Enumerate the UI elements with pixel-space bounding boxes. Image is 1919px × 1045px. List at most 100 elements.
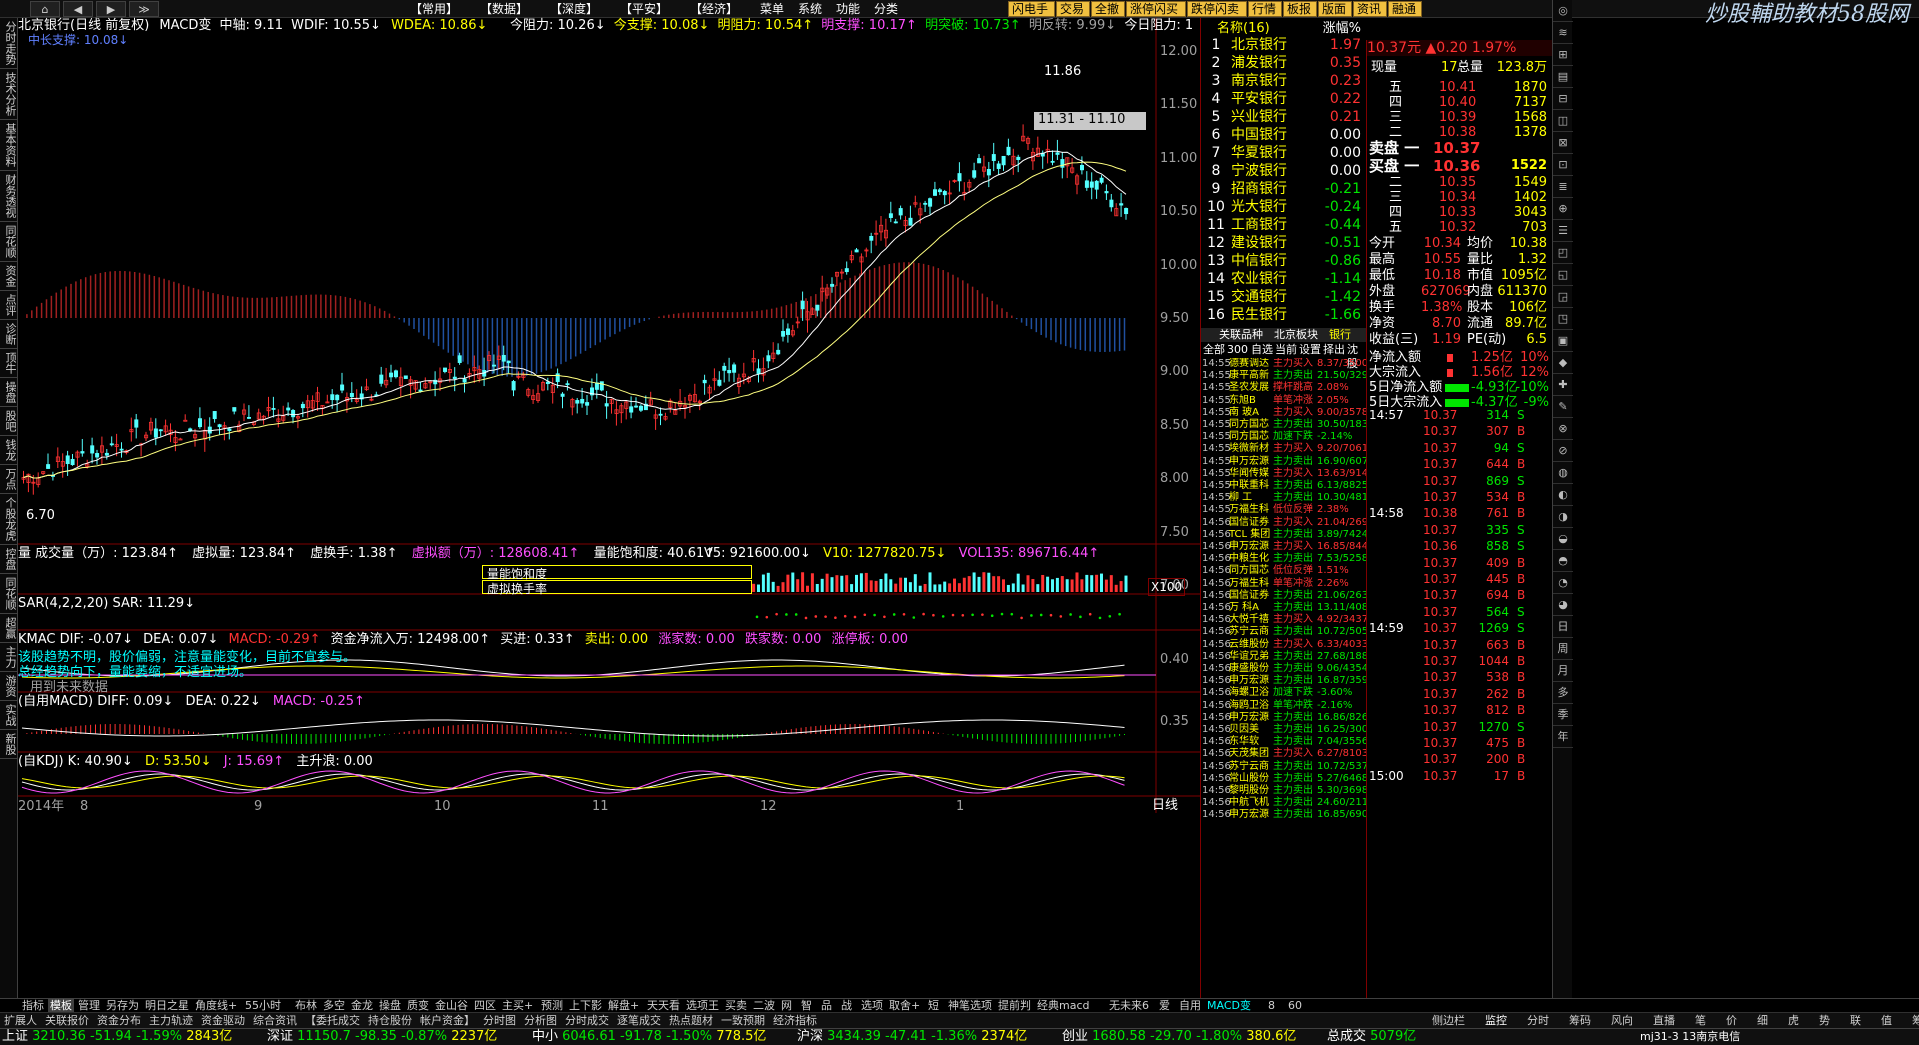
quick-button-4[interactable]: 跌停闪卖 <box>1187 1 1247 17</box>
stock-row[interactable]: 6 中国银行 0.00 <box>1201 126 1367 144</box>
tool-icon-30[interactable]: 月 <box>1553 660 1573 682</box>
function-tab-8[interactable]: 帐户资金】 <box>418 1013 477 1028</box>
tool-icon-0[interactable]: ◎ <box>1553 0 1573 22</box>
tool-icon-19[interactable]: ⊗ <box>1553 418 1573 440</box>
list-tab-1[interactable]: 北京板块 <box>1274 328 1318 342</box>
tool-icon-14[interactable]: ◳ <box>1553 308 1573 330</box>
function-tab-5[interactable]: 综合资讯 <box>251 1013 299 1028</box>
quick-button-9[interactable]: 融通 <box>1388 1 1422 17</box>
indicator-tab-34[interactable]: 自用 <box>1177 999 1203 1012</box>
tool-icon-15[interactable]: ▣ <box>1553 330 1573 352</box>
tool-icon-18[interactable]: ✎ <box>1553 396 1573 418</box>
left-tab-2[interactable]: 基本资料 <box>0 120 18 171</box>
index-1[interactable]: 深证 11150.7 -98.35 -0.87% 2237亿 <box>267 1029 497 1045</box>
indicator-tab-17[interactable]: 解盘+ <box>606 999 641 1012</box>
function-tab-4[interactable]: 资金驱动 <box>199 1013 247 1028</box>
filter-tab-1[interactable]: 300 <box>1227 343 1248 357</box>
stock-row[interactable]: 10 光大银行 -0.24 <box>1201 198 1367 216</box>
tool-icon-2[interactable]: ⊞ <box>1553 44 1573 66</box>
quick-button-3[interactable]: 涨停闪买 <box>1126 1 1186 17</box>
left-tab-3[interactable]: 财务透视 <box>0 171 18 222</box>
stock-row[interactable]: 2 浦发银行 0.35 <box>1201 54 1367 72</box>
tool-icon-13[interactable]: ◲ <box>1553 286 1573 308</box>
tool-icon-5[interactable]: ◫ <box>1553 110 1573 132</box>
indicator-tab-36[interactable]: 8 <box>1266 999 1277 1012</box>
indicator-tab-28[interactable]: 短 <box>926 999 941 1012</box>
side-tab-12[interactable]: 值 <box>1879 1013 1894 1028</box>
indicator-tab-14[interactable]: 主买+ <box>500 999 535 1012</box>
left-tab-7[interactable]: 诊断 <box>0 320 18 349</box>
indicator-tab-23[interactable]: 智 <box>799 999 814 1012</box>
indicator-tab-31[interactable]: 经典macd <box>1035 999 1092 1012</box>
tool-icon-8[interactable]: ≣ <box>1553 176 1573 198</box>
quick-button-5[interactable]: 行情 <box>1248 1 1282 17</box>
indicator-tab-0[interactable]: 指标 <box>20 999 46 1012</box>
side-tab-13[interactable]: 筹 <box>1910 1013 1919 1028</box>
quick-button-7[interactable]: 版面 <box>1318 1 1352 17</box>
function-tab-2[interactable]: 资金分布 <box>95 1013 143 1028</box>
function-tab-11[interactable]: 分时成交 <box>563 1013 611 1028</box>
indicator-tab-33[interactable]: 爱 <box>1157 999 1172 1012</box>
indicator-tab-9[interactable]: 金龙 <box>349 999 375 1012</box>
tool-icon-32[interactable]: 季 <box>1553 704 1573 726</box>
function-tab-15[interactable]: 经济指标 <box>771 1013 819 1028</box>
indicator-tab-6[interactable]: 55小时 <box>243 999 283 1012</box>
tool-icon-4[interactable]: ⊟ <box>1553 88 1573 110</box>
tool-icon-6[interactable]: ⊠ <box>1553 132 1573 154</box>
indicator-tab-25[interactable]: 战 <box>839 999 854 1012</box>
stock-row[interactable]: 16 民生银行 -1.66 <box>1201 306 1367 324</box>
filter-tab-3[interactable]: 当前 <box>1275 343 1297 357</box>
tool-icon-3[interactable]: ▤ <box>1553 66 1573 88</box>
kline-chart-area[interactable]: 北京银行(日线 前复权) MACD变 中轴: 9.11 WDIF: 10.55↓… <box>18 18 1200 998</box>
indicator-tab-32[interactable]: 无未来6 <box>1107 999 1151 1012</box>
left-tab-18[interactable]: 游资 <box>0 672 18 701</box>
indicator-tab-16[interactable]: 上下影 <box>567 999 604 1012</box>
indicator-tab-5[interactable]: 角度线+ <box>193 999 239 1012</box>
tool-icon-16[interactable]: ◆ <box>1553 352 1573 374</box>
function-tab-9[interactable]: 分时图 <box>481 1013 518 1028</box>
indicator-tab-30[interactable]: 提前判 <box>996 999 1033 1012</box>
side-tab-10[interactable]: 势 <box>1817 1013 1832 1028</box>
function-tab-12[interactable]: 逐笔成交 <box>615 1013 663 1028</box>
index-5[interactable]: 总成交 5079亿 <box>1327 1029 1416 1045</box>
menu-2[interactable]: 【深度】 <box>550 2 598 16</box>
left-tab-19[interactable]: 实战 <box>0 701 18 730</box>
menu-7[interactable]: 功能 <box>836 2 860 16</box>
stock-row[interactable]: 5 兴业银行 0.21 <box>1201 108 1367 126</box>
menu-6[interactable]: 系统 <box>798 2 822 16</box>
tool-icon-23[interactable]: ◑ <box>1553 506 1573 528</box>
function-tab-1[interactable]: 关联报价 <box>43 1013 91 1028</box>
stock-row[interactable]: 12 建设银行 -0.51 <box>1201 234 1367 252</box>
tool-icon-27[interactable]: ◕ <box>1553 594 1573 616</box>
indicator-tab-10[interactable]: 操盘 <box>377 999 403 1012</box>
left-tab-12[interactable]: 万点 <box>0 465 18 494</box>
quick-button-1[interactable]: 交易 <box>1056 1 1090 17</box>
stock-row[interactable]: 3 南京银行 0.23 <box>1201 72 1367 90</box>
function-tab-13[interactable]: 热点题材 <box>667 1013 715 1028</box>
nav-button-2[interactable]: ▶ <box>96 1 126 17</box>
indicator-tab-4[interactable]: 明日之星 <box>143 999 191 1012</box>
side-tab-2[interactable]: 分时 <box>1525 1013 1551 1028</box>
menu-1[interactable]: 【数据】 <box>480 2 528 16</box>
tool-icon-28[interactable]: 日 <box>1553 616 1573 638</box>
tool-icon-24[interactable]: ◒ <box>1553 528 1573 550</box>
filter-tab-2[interactable]: 自选 <box>1251 343 1273 357</box>
indicator-tab-24[interactable]: 品 <box>819 999 834 1012</box>
side-tab-6[interactable]: 笔 <box>1693 1013 1708 1028</box>
indicator-tab-29[interactable]: 神笔选项 <box>946 999 994 1012</box>
left-tab-6[interactable]: 点评 <box>0 291 18 320</box>
left-tab-15[interactable]: 同花顺 <box>0 574 18 614</box>
stock-row[interactable]: 7 华夏银行 0.00 <box>1201 144 1367 162</box>
tool-icon-29[interactable]: 周 <box>1553 638 1573 660</box>
side-tab-9[interactable]: 虎 <box>1786 1013 1801 1028</box>
menu-4[interactable]: 【经济】 <box>690 2 738 16</box>
list-tab-2[interactable]: 银行 <box>1329 328 1351 342</box>
indicator-tab-18[interactable]: 天天看 <box>645 999 682 1012</box>
function-tab-6[interactable]: 【委托成交 <box>303 1013 362 1028</box>
side-tab-0[interactable]: 侧边栏 <box>1430 1013 1467 1028</box>
stock-row[interactable]: 15 交通银行 -1.42 <box>1201 288 1367 306</box>
side-tab-4[interactable]: 风向 <box>1609 1013 1635 1028</box>
indicator-tab-26[interactable]: 选项 <box>859 999 885 1012</box>
indicator-tab-21[interactable]: 二波 <box>751 999 777 1012</box>
left-tab-8[interactable]: 顶牛 <box>0 349 18 378</box>
